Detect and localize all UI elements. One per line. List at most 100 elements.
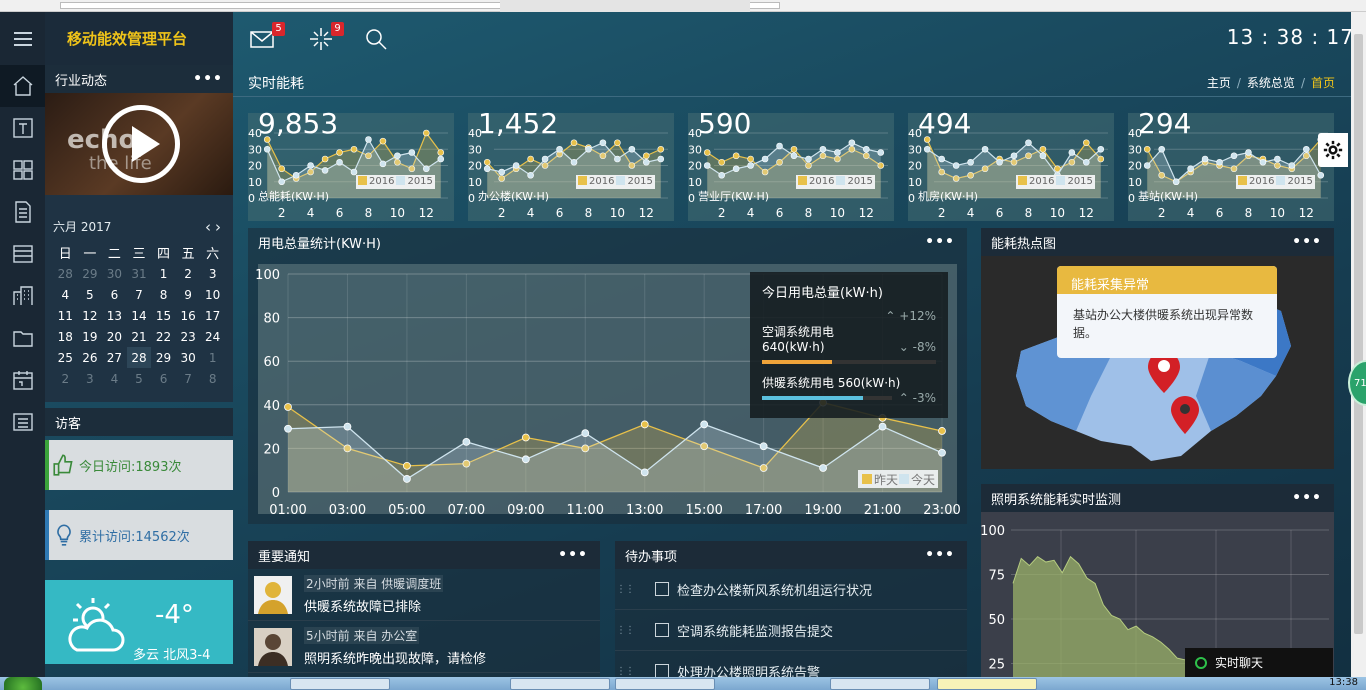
data-point	[1259, 158, 1267, 166]
calendar-day[interactable]: 2	[176, 263, 201, 284]
calendar-day[interactable]: 17	[200, 305, 225, 326]
usage-more-icon[interactable]: •••	[925, 234, 955, 250]
calendar-day[interactable]: 14	[127, 305, 152, 326]
taskbar-app[interactable]	[937, 678, 1037, 690]
notice-message: 照明系统昨晚出现故障，请检修	[304, 651, 487, 667]
calendar-day[interactable]: 8	[151, 284, 176, 305]
todo-checkbox[interactable]	[655, 582, 669, 596]
calendar-day[interactable]: 20	[102, 326, 127, 347]
calendar-day[interactable]: 24	[200, 326, 225, 347]
calendar-day[interactable]: 22	[151, 326, 176, 347]
news-video[interactable]: echo the life	[45, 93, 233, 195]
start-button[interactable]	[4, 677, 42, 690]
stat-card[interactable]: 0 10 20 30 40 2 4 6 8 10 12 590 营业厅(KW·H) 2016 2015	[688, 107, 894, 221]
list-item[interactable]: 2小时前 来自 供暖调度班 供暖系统故障已排除	[248, 569, 600, 621]
tooltip-ac-change: -8%	[912, 340, 936, 354]
calendar-day[interactable]: 7	[176, 368, 201, 389]
mail-button[interactable]: 5	[249, 22, 285, 52]
calendar-day[interactable]: 2	[53, 368, 78, 389]
breadcrumb-home[interactable]: 主页	[1207, 76, 1231, 90]
calendar-day[interactable]: 15	[151, 305, 176, 326]
play-icon[interactable]	[102, 105, 180, 183]
data-point	[1172, 178, 1180, 186]
calendar-day[interactable]: 4	[102, 368, 127, 389]
calendar-day[interactable]: 26	[78, 347, 103, 368]
calendar-day[interactable]: 25	[53, 347, 78, 368]
calendar-day[interactable]: 8	[200, 368, 225, 389]
nav-home[interactable]	[0, 65, 45, 107]
calendar-day[interactable]: 7	[127, 284, 152, 305]
nav-list[interactable]	[0, 401, 45, 443]
calendar-day[interactable]: 28	[126, 347, 152, 368]
calendar-title: 六月 2017	[53, 220, 112, 234]
drag-handle-icon[interactable]: ⋮⋮	[615, 625, 635, 636]
nav-text[interactable]	[0, 107, 45, 149]
taskbar-app[interactable]	[830, 678, 930, 690]
stat-card[interactable]: 0 10 20 30 40 2 4 6 8 10 12 1,452 办公楼(KW·H) 2016 2015	[468, 107, 674, 221]
calendar-day[interactable]: 23	[176, 326, 201, 347]
calendar-day[interactable]: 11	[53, 305, 78, 326]
nav-folder[interactable]	[0, 317, 45, 359]
calendar-day[interactable]: 3	[78, 368, 103, 389]
search-icon	[366, 29, 387, 50]
calendar-day[interactable]: 1	[151, 263, 176, 284]
page-scrollbar[interactable]	[1351, 12, 1366, 677]
calendar-day[interactable]: 29	[78, 263, 103, 284]
breadcrumb-overview[interactable]: 系统总览	[1247, 76, 1295, 90]
calendar-day[interactable]: 29	[151, 347, 176, 368]
x-tick-label: 01:00	[269, 503, 306, 518]
hotspot-more-icon[interactable]: •••	[1292, 234, 1322, 250]
calendar-day[interactable]: 31	[127, 263, 152, 284]
calendar-day[interactable]: 19	[78, 326, 103, 347]
taskbar-app[interactable]	[615, 678, 715, 690]
calendar-day[interactable]: 28	[53, 263, 78, 284]
data-point	[863, 145, 870, 153]
stat-value: 1,452	[478, 107, 559, 140]
stat-card[interactable]: 0 10 20 30 40 2 4 6 8 10 12 9,853 总能耗(KW·H) 2016 2015	[248, 107, 454, 221]
lighting-more-icon[interactable]: •••	[1292, 490, 1322, 506]
calendar-day[interactable]: 30	[102, 263, 127, 284]
calendar-day[interactable]: 1	[200, 347, 225, 368]
notice-more-icon[interactable]: •••	[558, 547, 588, 563]
calendar-day[interactable]: 21	[127, 326, 152, 347]
menu-toggle-button[interactable]	[0, 12, 45, 65]
calendar-day[interactable]: 12	[78, 305, 103, 326]
search-button[interactable]	[363, 26, 391, 52]
taskbar-app[interactable]	[510, 678, 610, 690]
drag-handle-icon[interactable]: ⋮⋮	[615, 584, 635, 595]
todo-more-icon[interactable]: •••	[925, 547, 955, 563]
alerts-button[interactable]: 9	[308, 22, 344, 52]
settings-button[interactable]	[1318, 133, 1348, 167]
news-more-icon[interactable]: •••	[193, 71, 223, 87]
next-month-icon[interactable]: ›	[215, 218, 225, 236]
live-chat-button[interactable]: 实时聊天	[1185, 648, 1333, 677]
calendar-day[interactable]: 5	[127, 368, 152, 389]
usage-tooltip: 今日用电总量(kW·h) ⌃ +12% 空调系统用电 640(kW·h) ⌄ -8…	[750, 272, 948, 418]
calendar-day[interactable]: 18	[53, 326, 78, 347]
todo-checkbox[interactable]	[655, 664, 669, 677]
calendar-day[interactable]: 6	[151, 368, 176, 389]
nav-building[interactable]	[0, 275, 45, 317]
prev-month-icon[interactable]: ‹	[205, 218, 215, 236]
drag-handle-icon[interactable]: ⋮⋮	[615, 666, 635, 677]
stat-card[interactable]: 0 10 20 30 40 2 4 6 8 10 12 494 机房(KW·H) 2016 2015	[908, 107, 1114, 221]
calendar-day[interactable]: 3	[200, 263, 225, 284]
nav-grid[interactable]	[0, 149, 45, 191]
calendar-day[interactable]: 5	[78, 284, 103, 305]
nav-archive[interactable]	[0, 233, 45, 275]
taskbar-app[interactable]	[290, 678, 390, 690]
calendar-day[interactable]: 16	[176, 305, 201, 326]
calendar-day[interactable]: 10	[200, 284, 225, 305]
nav-document[interactable]	[0, 191, 45, 233]
nav-calendar[interactable]	[0, 359, 45, 401]
data-point	[321, 155, 329, 163]
stat-card[interactable]: 0 10 20 30 40 2 4 6 8 10 12 294 基站(KW·H) 2016 2015	[1128, 107, 1334, 221]
calendar-day[interactable]: 27	[102, 347, 127, 368]
calendar-day[interactable]: 30	[176, 347, 201, 368]
calendar-day[interactable]: 6	[102, 284, 127, 305]
calendar-day[interactable]: 9	[176, 284, 201, 305]
calendar-day[interactable]: 4	[53, 284, 78, 305]
list-item[interactable]: 5小时前 来自 办公室 照明系统昨晚出现故障，请检修	[248, 621, 600, 673]
todo-checkbox[interactable]	[655, 623, 669, 637]
calendar-day[interactable]: 13	[102, 305, 127, 326]
